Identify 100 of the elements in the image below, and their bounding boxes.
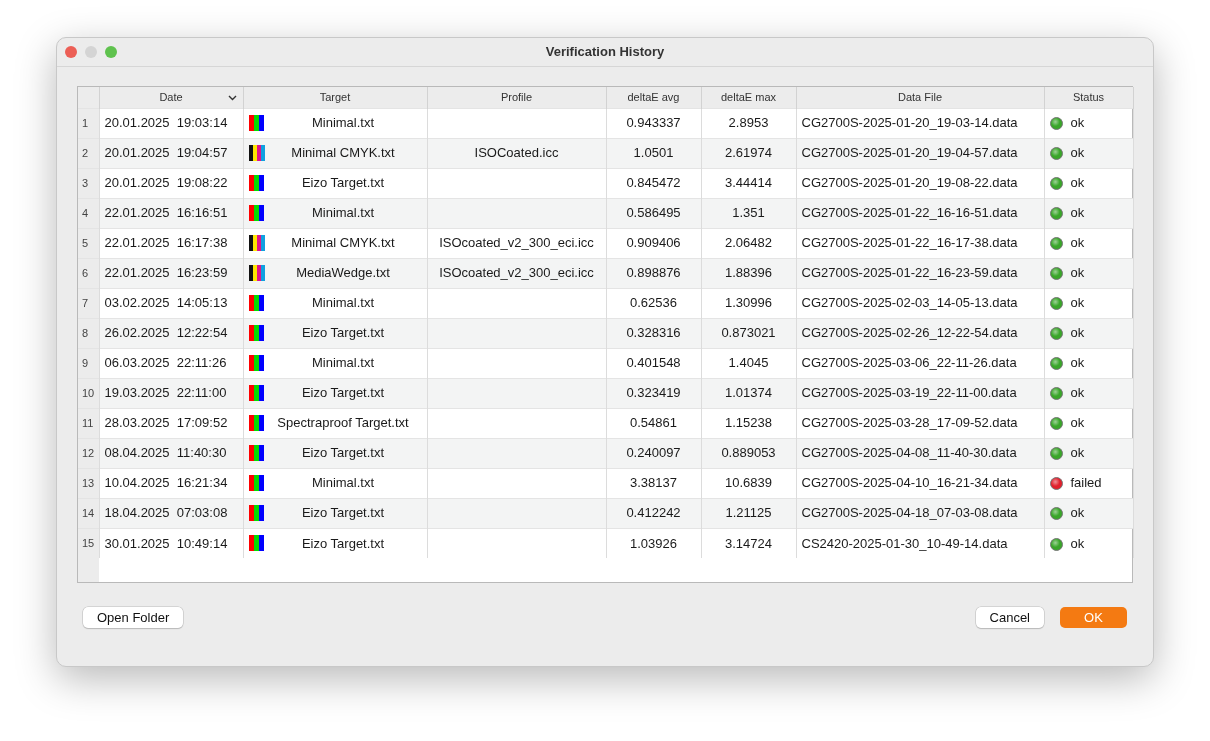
table-cell-text: MediaWedge.txt xyxy=(295,264,391,283)
minimize-icon[interactable] xyxy=(85,46,97,58)
dialog-button[interactable]: Open Folder xyxy=(83,606,184,628)
table-cell: 08.04.2025 11:40:30 xyxy=(99,438,243,468)
table-cell: 1.21125 xyxy=(725,505,772,521)
row-number: 8 xyxy=(78,318,99,348)
table-cell: 0.845472 xyxy=(626,175,681,191)
table-cell: CG2700S-2025-02-03_14-05-13.data xyxy=(801,295,1018,311)
table-cell-text: Minimal CMYK.txt xyxy=(290,234,396,253)
column-header[interactable]: deltaE avg xyxy=(606,87,701,108)
column-header[interactable]: Status xyxy=(1044,87,1133,108)
status-text: ok xyxy=(1070,175,1085,191)
table-cell: 0.62536 xyxy=(630,295,677,311)
table-cell: 1.03926 xyxy=(630,535,677,551)
table-cell: 0.412242 xyxy=(626,505,681,521)
table-cell-text: Eizo Target.txt xyxy=(300,324,386,343)
row-number: 10 xyxy=(78,378,99,408)
table-cell: CG2700S-2025-03-19_22-11-00.data xyxy=(801,385,1017,401)
table-cell: 22.01.2025 16:23:59 xyxy=(99,258,243,288)
row-number: 2 xyxy=(78,138,99,168)
table-cell: 0.873021 xyxy=(721,325,776,341)
table-cell: 1.30996 xyxy=(725,295,772,311)
table-cell: 20.01.2025 19:04:57 xyxy=(99,138,243,168)
zoom-icon[interactable] xyxy=(105,46,117,58)
table-cell: 0.586495 xyxy=(626,205,681,221)
table-cell: CG2700S-2025-03-28_17-09-52.data xyxy=(801,415,1018,431)
table-cell: 30.01.2025 10:49:14 xyxy=(99,528,243,558)
table-cell: CG2700S-2025-02-26_12-22-54.data xyxy=(801,325,1018,341)
table-cell: 0.898876 xyxy=(626,265,681,281)
table-cell: 19.03.2025 22:11:00 xyxy=(99,378,243,408)
table-cell: 0.323419 xyxy=(626,385,681,401)
table-cell: CS2420-2025-01-30_10-49-14.data xyxy=(801,535,1008,551)
table-cell: 10.6839 xyxy=(725,475,772,491)
table-cell-text: Minimal.txt xyxy=(310,114,376,133)
table-cell: CG2700S-2025-03-06_22-11-26.data xyxy=(801,355,1017,371)
column-header[interactable]: deltaE max xyxy=(701,87,796,108)
table-cell-text: Eizo Target.txt xyxy=(300,444,386,463)
row-number: 13 xyxy=(78,468,99,498)
row-number: 1 xyxy=(78,108,99,138)
status-text: ok xyxy=(1070,145,1085,161)
table-cell-text: Spectraproof Target.txt xyxy=(276,414,410,433)
column-header[interactable]: Profile xyxy=(427,87,606,108)
table-cell-text: Eizo Target.txt xyxy=(300,504,386,523)
table-cell: CG2700S-2025-01-20_19-04-57.data xyxy=(801,145,1018,161)
table-cell-text: Eizo Target.txt xyxy=(300,384,386,403)
table-cell: 0.401548 xyxy=(626,355,681,371)
row-number: 4 xyxy=(78,198,99,228)
column-header[interactable]: Data File xyxy=(796,87,1044,108)
status-text: ok xyxy=(1070,505,1085,521)
status-text: failed xyxy=(1070,475,1102,491)
table-cell: 2.61974 xyxy=(725,145,772,161)
table-cell-text: Minimal.txt xyxy=(310,354,376,373)
table-cell: 1.01374 xyxy=(725,385,772,401)
row-number: 7 xyxy=(78,288,99,318)
table-cell: 0.328316 xyxy=(626,325,681,341)
row-number: 6 xyxy=(78,258,99,288)
status-text: ok xyxy=(1070,355,1085,371)
table-cell-text: Minimal.txt xyxy=(310,474,376,493)
table-cell: CG2700S-2025-04-18_07-03-08.data xyxy=(801,505,1018,521)
table-cell-text: Eizo Target.txt xyxy=(300,174,386,193)
table-cell: 26.02.2025 12:22:54 xyxy=(99,318,243,348)
table-cell: 0.54861 xyxy=(630,415,677,431)
table-cell: ISOcoated_v2_300_eci.icc xyxy=(439,265,594,281)
table-cell: 2.8953 xyxy=(728,115,769,131)
status-text: ok xyxy=(1070,535,1085,551)
table-cell: 0.889053 xyxy=(721,445,776,461)
close-icon[interactable] xyxy=(65,46,77,58)
table-cell: 22.01.2025 16:16:51 xyxy=(99,198,243,228)
window-title: Verification History xyxy=(545,43,665,62)
table-cell-text: Minimal CMYK.txt xyxy=(290,144,396,163)
table-cell: 3.14724 xyxy=(725,535,772,551)
table-cell: CG2700S-2025-01-22_16-17-38.data xyxy=(801,235,1018,251)
table-cell: 0.943337 xyxy=(626,115,681,131)
table-cell: 1.0501 xyxy=(633,145,674,161)
table-cell: CG2700S-2025-04-10_16-21-34.data xyxy=(801,475,1018,491)
table-cell: 18.04.2025 07:03:08 xyxy=(99,498,243,528)
table-cell-text: Eizo Target.txt xyxy=(300,534,386,553)
row-number: 3 xyxy=(78,168,99,198)
status-text: ok xyxy=(1070,265,1085,281)
column-header[interactable]: Date xyxy=(99,87,243,108)
table-cell-text: Minimal.txt xyxy=(310,204,376,223)
status-text: ok xyxy=(1070,415,1085,431)
table-cell: CG2700S-2025-01-22_16-16-51.data xyxy=(801,205,1018,221)
table-cell: ISOCoated.icc xyxy=(474,145,559,161)
chevron-down-icon xyxy=(227,95,237,101)
column-header[interactable]: Target xyxy=(243,87,427,108)
table-cell: 3.44414 xyxy=(725,175,772,191)
status-text: ok xyxy=(1070,295,1085,311)
table-cell: CG2700S-2025-04-08_11-40-30.data xyxy=(801,445,1017,461)
status-text: ok xyxy=(1070,385,1085,401)
row-number: 5 xyxy=(78,228,99,258)
table-cell: 1.88396 xyxy=(725,265,772,281)
dialog-button[interactable]: Cancel xyxy=(975,606,1044,628)
row-number: 12 xyxy=(78,438,99,468)
status-text: ok xyxy=(1070,205,1085,221)
table-cell: CG2700S-2025-01-22_16-23-59.data xyxy=(801,265,1018,281)
table-cell: 2.06482 xyxy=(725,235,772,251)
status-text: ok xyxy=(1070,325,1085,341)
table-cell: 0.240097 xyxy=(626,445,681,461)
row-number: 11 xyxy=(78,408,99,438)
